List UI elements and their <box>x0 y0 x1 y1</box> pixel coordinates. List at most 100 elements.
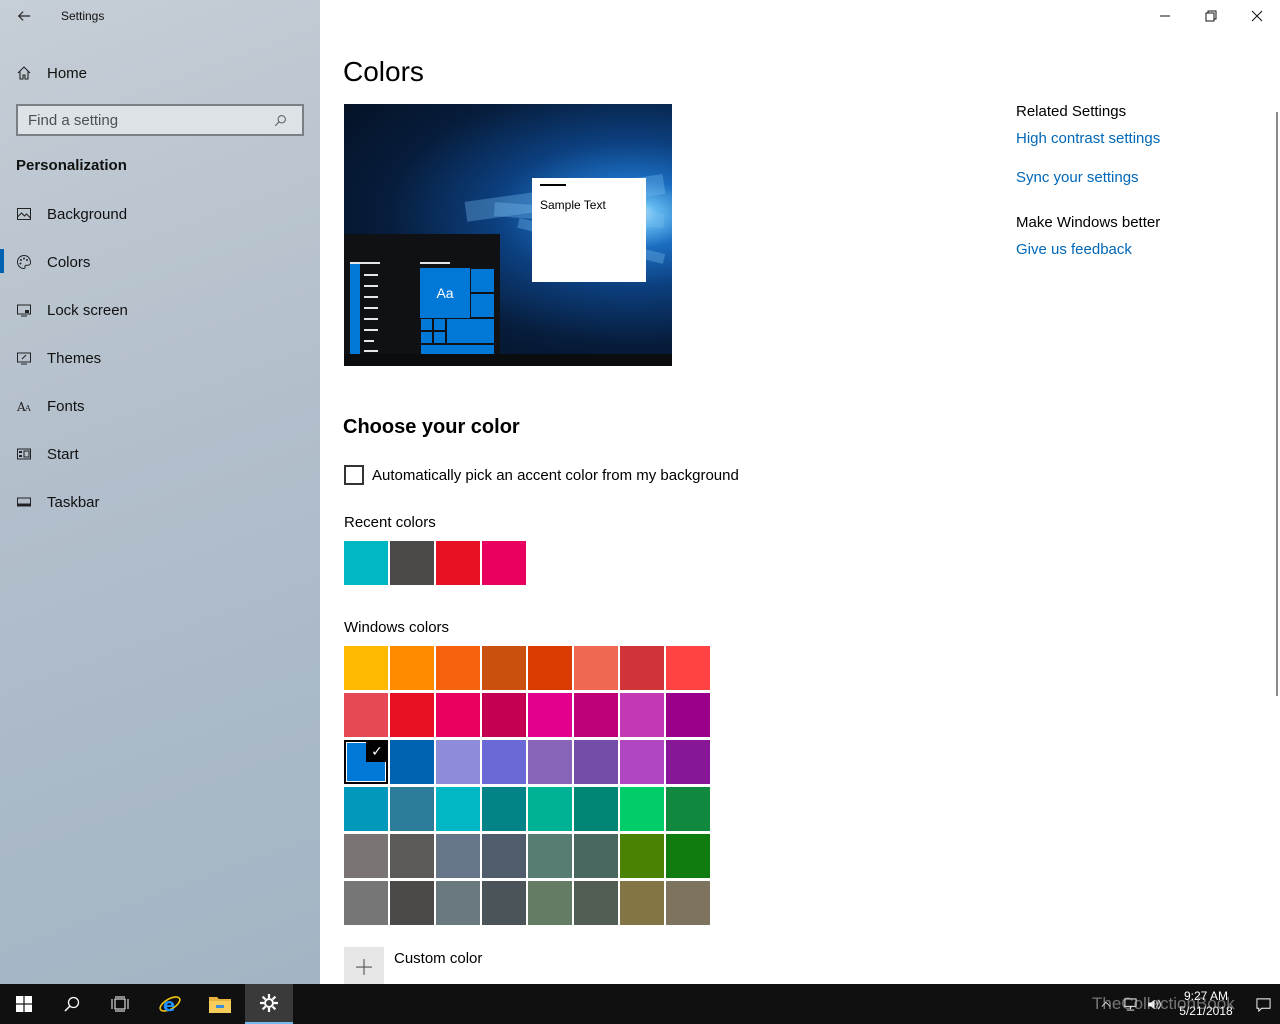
recent-color-swatch[interactable] <box>436 541 480 585</box>
windows-color-swatch[interactable] <box>482 740 526 784</box>
custom-color-button[interactable]: Custom color <box>344 947 482 987</box>
windows-color-swatch[interactable] <box>528 646 572 690</box>
search-input[interactable] <box>18 106 268 134</box>
windows-color-swatch[interactable] <box>620 834 664 878</box>
give-feedback-link[interactable]: Give us feedback <box>1016 241 1256 258</box>
windows-color-swatch[interactable] <box>574 740 618 784</box>
auto-pick-checkbox[interactable] <box>344 465 364 485</box>
windows-color-swatch[interactable] <box>620 646 664 690</box>
custom-color-label: Custom color <box>394 949 483 967</box>
task-view-button[interactable] <box>96 984 144 1024</box>
windows-color-swatch[interactable] <box>528 881 572 925</box>
recent-color-swatch[interactable] <box>344 541 388 585</box>
sidebar-item-fonts[interactable]: AA Fonts <box>0 382 320 430</box>
related-settings: Related Settings High contrast settings … <box>1016 103 1256 280</box>
windows-color-swatch[interactable] <box>666 693 710 737</box>
windows-color-swatch[interactable] <box>620 693 664 737</box>
recent-color-swatch[interactable] <box>482 541 526 585</box>
file-explorer-button[interactable] <box>196 984 244 1024</box>
clock-time: 9:27 AM <box>1183 989 1229 1003</box>
volume-icon[interactable] <box>1142 984 1166 1024</box>
windows-color-swatch[interactable] <box>666 646 710 690</box>
windows-color-swatch[interactable] <box>482 646 526 690</box>
windows-color-swatch[interactable] <box>574 693 618 737</box>
windows-color-swatch[interactable] <box>482 834 526 878</box>
windows-color-swatch[interactable] <box>574 646 618 690</box>
windows-color-swatch[interactable] <box>390 834 434 878</box>
action-center-icon[interactable] <box>1246 984 1280 1024</box>
folder-icon <box>209 997 231 1013</box>
sidebar-item-colors[interactable]: Colors <box>0 238 320 286</box>
high-contrast-link[interactable]: High contrast settings <box>1016 130 1256 147</box>
windows-color-swatch[interactable] <box>436 881 480 925</box>
back-button[interactable] <box>12 4 36 28</box>
windows-color-swatch[interactable] <box>344 787 388 831</box>
windows-color-swatch[interactable] <box>344 646 388 690</box>
search-taskbar-button[interactable] <box>48 984 96 1024</box>
windows-color-swatch[interactable] <box>390 693 434 737</box>
start-button[interactable] <box>0 984 48 1024</box>
settings-taskbar-button[interactable] <box>245 984 293 1024</box>
windows-color-swatch[interactable] <box>574 787 618 831</box>
choose-color-heading: Choose your color <box>343 416 520 438</box>
windows-color-swatch[interactable] <box>620 740 664 784</box>
windows-color-swatch[interactable] <box>620 787 664 831</box>
windows-color-swatch[interactable] <box>344 693 388 737</box>
windows-color-swatch[interactable] <box>574 834 618 878</box>
sample-text: Sample Text <box>540 198 606 212</box>
windows-color-swatch[interactable] <box>482 693 526 737</box>
windows-color-swatch[interactable] <box>390 787 434 831</box>
app-title: Settings <box>61 9 105 23</box>
windows-color-swatch[interactable] <box>344 881 388 925</box>
sidebar-item-background[interactable]: Background <box>0 190 320 238</box>
windows-color-swatch[interactable] <box>528 834 572 878</box>
windows-color-swatch[interactable] <box>436 693 480 737</box>
windows-color-swatch[interactable] <box>390 740 434 784</box>
windows-color-swatch[interactable] <box>436 646 480 690</box>
windows-color-swatch[interactable] <box>620 881 664 925</box>
windows-color-swatch[interactable] <box>666 881 710 925</box>
brush-icon <box>0 350 47 366</box>
auto-pick-row[interactable]: Automatically pick an accent color from … <box>344 465 739 485</box>
internet-explorer-button[interactable]: e <box>146 984 194 1024</box>
windows-color-swatch[interactable] <box>436 787 480 831</box>
clock[interactable]: 9:27 AM 5/21/2018 <box>1166 989 1246 1019</box>
sidebar-item-themes[interactable]: Themes <box>0 334 320 382</box>
sync-settings-link[interactable]: Sync your settings <box>1016 169 1256 186</box>
windows-color-swatch[interactable] <box>436 740 480 784</box>
windows-color-swatch[interactable] <box>528 740 572 784</box>
svg-text:e: e <box>163 995 175 1016</box>
sidebar-item-taskbar[interactable]: Taskbar <box>0 478 320 526</box>
search-icon[interactable] <box>268 114 292 127</box>
windows-color-swatch[interactable] <box>390 646 434 690</box>
windows-color-swatch[interactable] <box>666 787 710 831</box>
windows-color-swatch[interactable] <box>344 834 388 878</box>
sidebar-item-label: Home <box>47 64 88 82</box>
windows-color-swatch[interactable] <box>390 881 434 925</box>
windows-color-swatch[interactable] <box>528 693 572 737</box>
network-icon[interactable] <box>1118 984 1142 1024</box>
windows-color-swatch[interactable] <box>482 787 526 831</box>
sidebar-item-start[interactable]: Start <box>0 430 320 478</box>
windows-color-swatch[interactable]: ✓ <box>344 740 388 784</box>
windows-colors-label: Windows colors <box>344 619 450 636</box>
chevron-up-icon[interactable] <box>1094 984 1118 1024</box>
sidebar-item-label: Lock screen <box>47 301 128 319</box>
minimize-button[interactable] <box>1142 0 1188 32</box>
sidebar-item-home[interactable]: Home <box>0 56 320 90</box>
recent-color-swatch[interactable] <box>390 541 434 585</box>
close-button[interactable] <box>1234 0 1280 32</box>
windows-color-swatch[interactable] <box>436 834 480 878</box>
windows-color-swatch[interactable] <box>574 881 618 925</box>
restore-button[interactable] <box>1188 0 1234 32</box>
windows-color-swatch[interactable] <box>528 787 572 831</box>
scrollbar[interactable] <box>1276 112 1278 696</box>
windows-color-swatch[interactable] <box>666 740 710 784</box>
minimize-icon <box>1160 15 1170 17</box>
taskbar: e 9:27 AM 5/21/2018 TheCollectionBook <box>0 984 1280 1024</box>
related-settings-heading: Related Settings <box>1016 103 1127 120</box>
checkmark-icon: ✓ <box>366 740 388 762</box>
windows-color-swatch[interactable] <box>482 881 526 925</box>
windows-color-swatch[interactable] <box>666 834 710 878</box>
sidebar-item-lock-screen[interactable]: Lock screen <box>0 286 320 334</box>
